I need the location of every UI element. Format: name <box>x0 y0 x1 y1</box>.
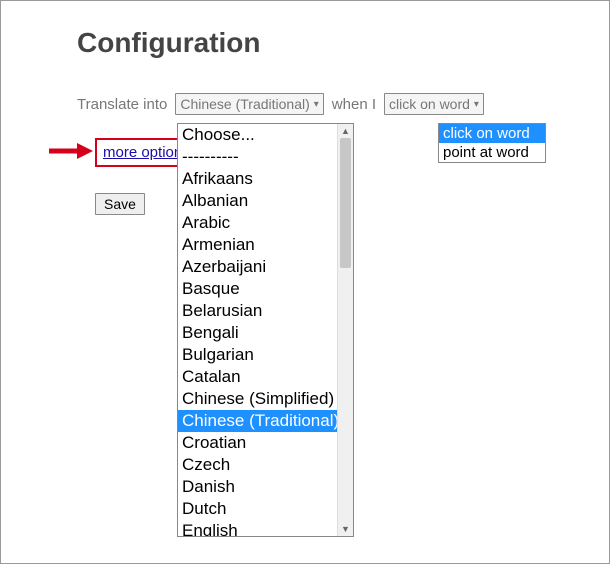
trigger-dropdown[interactable]: click on wordpoint at word <box>438 123 546 163</box>
language-option[interactable]: Bulgarian <box>178 344 337 366</box>
trigger-option[interactable]: click on word <box>439 124 545 143</box>
language-option[interactable]: Afrikaans <box>178 168 337 190</box>
trigger-option[interactable]: point at word <box>439 143 545 162</box>
chevron-down-icon: ▾ <box>474 99 479 110</box>
save-button[interactable]: Save <box>95 193 145 215</box>
language-option[interactable]: Basque <box>178 278 337 300</box>
language-select[interactable]: Chinese (Traditional) ▾ <box>175 93 323 115</box>
config-row: Translate into Chinese (Traditional) ▾ w… <box>77 93 573 115</box>
language-option[interactable]: Albanian <box>178 190 337 212</box>
language-option[interactable]: English <box>178 520 337 537</box>
chevron-down-icon: ▾ <box>314 99 319 110</box>
trigger-select-value: click on word <box>389 96 470 112</box>
language-option[interactable]: Czech <box>178 454 337 476</box>
trigger-select[interactable]: click on word ▾ <box>384 93 484 115</box>
when-i-label: when I <box>332 96 376 113</box>
language-option[interactable]: Armenian <box>178 234 337 256</box>
page-title: Configuration <box>77 27 573 59</box>
language-dropdown[interactable]: Choose...----------AfrikaansAlbanianArab… <box>177 123 354 537</box>
translate-into-label: Translate into <box>77 96 167 113</box>
language-option[interactable]: Azerbaijani <box>178 256 337 278</box>
language-option[interactable]: Choose... <box>178 124 337 146</box>
language-option[interactable]: Bengali <box>178 322 337 344</box>
callout-arrow-icon <box>49 142 93 160</box>
language-option[interactable]: Arabic <box>178 212 337 234</box>
language-option[interactable]: Belarusian <box>178 300 337 322</box>
language-select-value: Chinese (Traditional) <box>180 96 309 112</box>
language-option[interactable]: Chinese (Simplified) <box>178 388 337 410</box>
language-option[interactable]: Catalan <box>178 366 337 388</box>
scrollbar[interactable]: ▲ ▼ <box>337 124 353 536</box>
language-option[interactable]: Danish <box>178 476 337 498</box>
scroll-down-icon[interactable]: ▼ <box>338 522 353 536</box>
language-option[interactable]: ---------- <box>178 146 337 168</box>
scroll-thumb[interactable] <box>340 138 351 268</box>
language-option[interactable]: Croatian <box>178 432 337 454</box>
language-option[interactable]: Dutch <box>178 498 337 520</box>
scroll-up-icon[interactable]: ▲ <box>338 124 353 138</box>
language-option[interactable]: Chinese (Traditional) <box>178 410 337 432</box>
